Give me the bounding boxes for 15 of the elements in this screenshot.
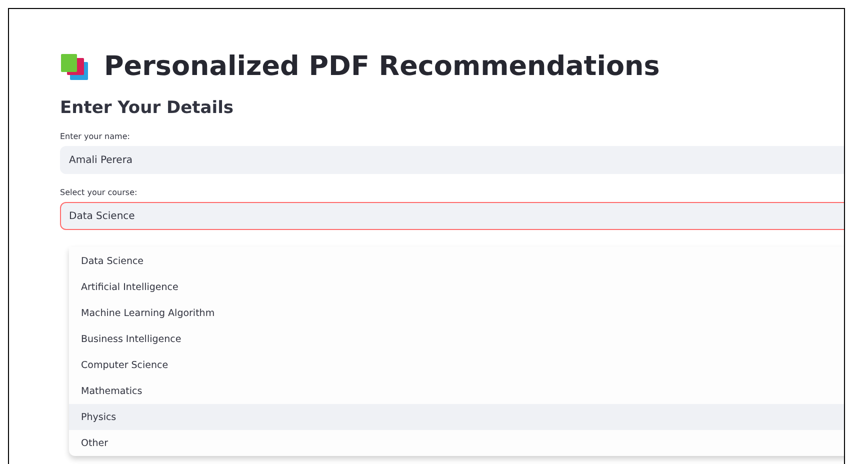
dropdown-option[interactable]: Business Intelligence [69, 326, 844, 352]
course-select[interactable]: Data Science [60, 202, 844, 230]
section-heading: Enter Your Details [60, 98, 235, 118]
dropdown-option[interactable]: Computer Science [69, 352, 844, 378]
field-label: Enter your name: [60, 132, 131, 141]
dropdown-option[interactable]: Mathematics [69, 378, 844, 404]
dropdown-option[interactable]: Other [69, 430, 844, 456]
name-field[interactable]: Amali Perera [60, 146, 844, 174]
field-label: Select your course: [60, 188, 138, 197]
dropdown-option[interactable]: Machine Learning Algorithm [69, 300, 844, 326]
dropdown-option[interactable]: Artificial Intelligence [69, 274, 844, 300]
books-icon [60, 52, 90, 80]
page-title: Personalized PDF Recommendations [104, 51, 660, 82]
dropdown-option[interactable]: Data Science [69, 248, 844, 274]
dropdown-option[interactable]: Physics [69, 404, 844, 430]
